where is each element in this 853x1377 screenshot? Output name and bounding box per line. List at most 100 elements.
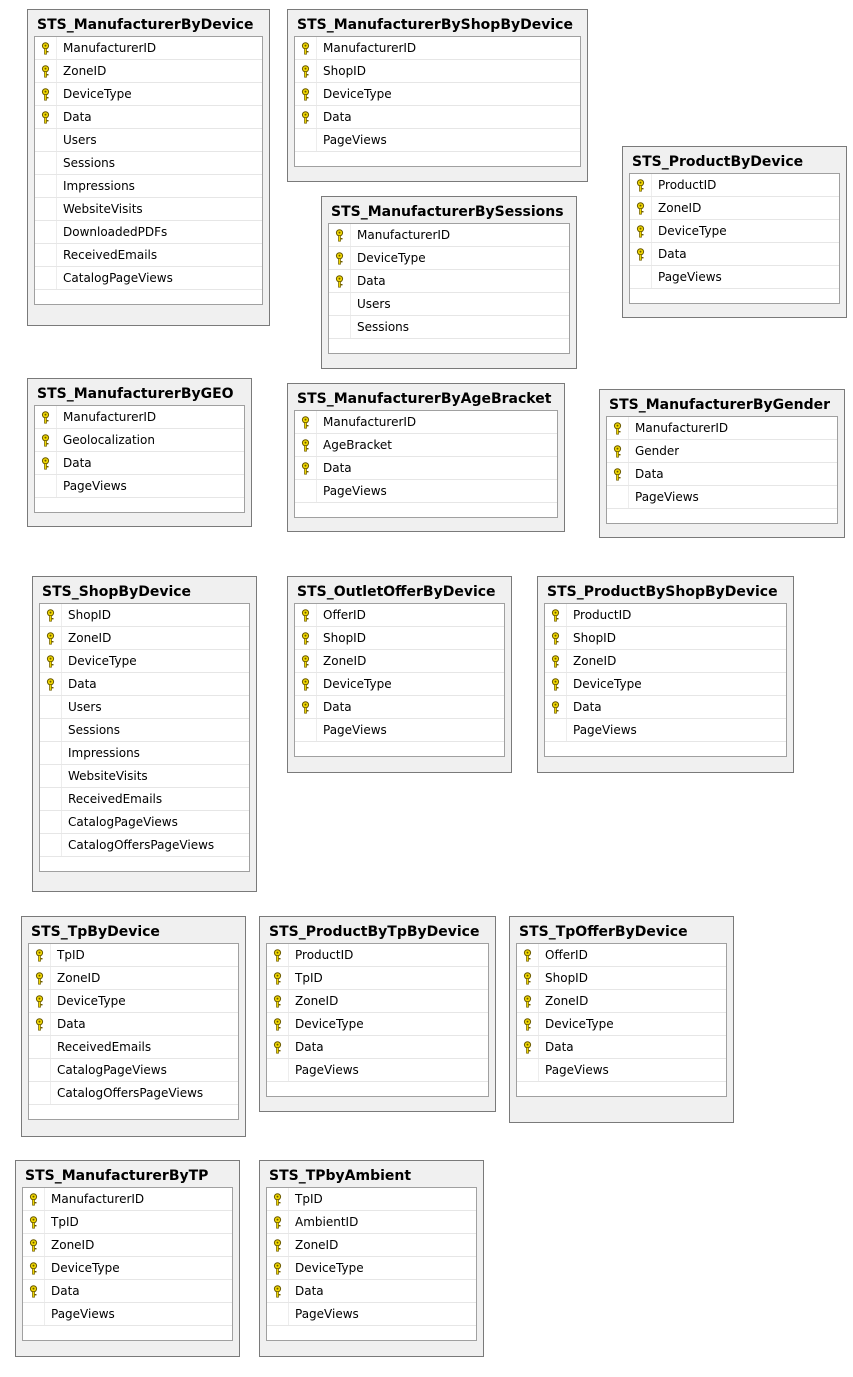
column-row[interactable]: TpID	[267, 1188, 476, 1211]
table-box[interactable]: STS_ManufacturerByGender ManufacturerID Ge…	[599, 389, 845, 538]
column-row[interactable]: ManufacturerID	[35, 406, 244, 429]
column-row[interactable]: Data	[329, 270, 569, 293]
table-box[interactable]: STS_ProductByShopByDevice ProductID ShopID…	[537, 576, 794, 773]
table-box[interactable]: STS_ManufacturerByTP ManufacturerID TpID Zo…	[15, 1160, 240, 1357]
table-box[interactable]: STS_ProductByDevice ProductID ZoneID Device…	[622, 146, 847, 318]
column-row[interactable]: Data	[40, 673, 249, 696]
column-row[interactable]: Data	[23, 1280, 232, 1303]
column-row[interactable]: Geolocalization	[35, 429, 244, 452]
table-box[interactable]: STS_ShopByDevice ShopID ZoneID DeviceType Da…	[32, 576, 257, 892]
column-row[interactable]: ProductID	[630, 174, 839, 197]
column-row[interactable]: CatalogOffersPageViews	[40, 834, 249, 857]
column-row[interactable]: ManufacturerID	[295, 411, 557, 434]
column-row[interactable]: Sessions	[35, 152, 262, 175]
column-row[interactable]: Data	[295, 457, 557, 480]
column-row[interactable]: DeviceType	[29, 990, 238, 1013]
column-row[interactable]: PageViews	[23, 1303, 232, 1326]
column-row[interactable]: Users	[40, 696, 249, 719]
table-box[interactable]: STS_OutletOfferByDevice OfferID ShopID Zone…	[287, 576, 512, 773]
column-row[interactable]: WebsiteVisits	[35, 198, 262, 221]
column-row[interactable]: ManufacturerID	[35, 37, 262, 60]
column-row[interactable]: TpID	[29, 944, 238, 967]
table-box[interactable]: STS_TpOfferByDevice OfferID ShopID ZoneID De…	[509, 916, 734, 1123]
column-row[interactable]: PageViews	[267, 1059, 488, 1082]
column-row[interactable]: CatalogPageViews	[35, 267, 262, 290]
column-row[interactable]: Users	[35, 129, 262, 152]
column-row[interactable]: ZoneID	[29, 967, 238, 990]
column-row[interactable]: DeviceType	[517, 1013, 726, 1036]
column-row[interactable]: PageViews	[35, 475, 244, 498]
column-row[interactable]: DeviceType	[630, 220, 839, 243]
column-row[interactable]: ReceivedEmails	[29, 1036, 238, 1059]
column-row[interactable]: AmbientID	[267, 1211, 476, 1234]
column-row[interactable]: Data	[517, 1036, 726, 1059]
column-row[interactable]: ZoneID	[517, 990, 726, 1013]
column-row[interactable]: DeviceType	[23, 1257, 232, 1280]
column-row[interactable]: ShopID	[295, 60, 580, 83]
column-row[interactable]: DeviceType	[295, 83, 580, 106]
column-row[interactable]: Data	[267, 1280, 476, 1303]
column-row[interactable]: Impressions	[40, 742, 249, 765]
column-row[interactable]: ManufacturerID	[329, 224, 569, 247]
column-row[interactable]: ReceivedEmails	[35, 244, 262, 267]
column-row[interactable]: DeviceType	[40, 650, 249, 673]
column-row[interactable]: ZoneID	[295, 650, 504, 673]
column-row[interactable]: DeviceType	[267, 1257, 476, 1280]
column-row[interactable]: ManufacturerID	[607, 417, 837, 440]
column-row[interactable]: ZoneID	[40, 627, 249, 650]
column-row[interactable]: PageViews	[517, 1059, 726, 1082]
column-row[interactable]: Data	[607, 463, 837, 486]
column-row[interactable]: ProductID	[267, 944, 488, 967]
column-row[interactable]: DeviceType	[545, 673, 786, 696]
column-row[interactable]: Data	[35, 452, 244, 475]
column-row[interactable]: CatalogOffersPageViews	[29, 1082, 238, 1105]
column-row[interactable]: PageViews	[607, 486, 837, 509]
column-row[interactable]: ShopID	[545, 627, 786, 650]
column-row[interactable]: ShopID	[295, 627, 504, 650]
column-row[interactable]: TpID	[267, 967, 488, 990]
column-row[interactable]: DeviceType	[267, 1013, 488, 1036]
column-row[interactable]: Users	[329, 293, 569, 316]
table-box[interactable]: STS_ManufacturerBySessions ManufacturerID…	[321, 196, 577, 369]
table-box[interactable]: STS_ManufacturerByAgeBracket Manufacturer…	[287, 383, 565, 532]
column-row[interactable]: PageViews	[630, 266, 839, 289]
column-row[interactable]: Sessions	[40, 719, 249, 742]
column-row[interactable]: DeviceType	[35, 83, 262, 106]
column-row[interactable]: ProductID	[545, 604, 786, 627]
table-box[interactable]: STS_ManufacturerByGEO ManufacturerID Geolo…	[27, 378, 252, 527]
column-row[interactable]: DeviceType	[329, 247, 569, 270]
column-row[interactable]: Data	[267, 1036, 488, 1059]
column-row[interactable]: ZoneID	[267, 1234, 476, 1257]
column-row[interactable]: PageViews	[545, 719, 786, 742]
column-row[interactable]: PageViews	[295, 129, 580, 152]
column-row[interactable]: WebsiteVisits	[40, 765, 249, 788]
column-row[interactable]: PageViews	[295, 719, 504, 742]
column-row[interactable]: Gender	[607, 440, 837, 463]
column-row[interactable]: Data	[545, 696, 786, 719]
column-row[interactable]: Data	[295, 696, 504, 719]
column-row[interactable]: ManufacturerID	[23, 1188, 232, 1211]
column-row[interactable]: ReceivedEmails	[40, 788, 249, 811]
column-row[interactable]: CatalogPageViews	[29, 1059, 238, 1082]
table-box[interactable]: STS_ManufacturerByShopByDevice Manufactur…	[287, 9, 588, 182]
column-row[interactable]: OfferID	[517, 944, 726, 967]
column-row[interactable]: Data	[630, 243, 839, 266]
column-row[interactable]: Data	[35, 106, 262, 129]
column-row[interactable]: DeviceType	[295, 673, 504, 696]
table-box[interactable]: STS_ProductByTpByDevice ProductID TpID Zone…	[259, 916, 496, 1112]
table-box[interactable]: STS_ManufacturerByDevice ManufacturerID Zo…	[27, 9, 270, 326]
column-row[interactable]: Sessions	[329, 316, 569, 339]
table-box[interactable]: STS_TpByDevice TpID ZoneID DeviceType Data Re…	[21, 916, 246, 1137]
column-row[interactable]: CatalogPageViews	[40, 811, 249, 834]
column-row[interactable]: TpID	[23, 1211, 232, 1234]
column-row[interactable]: ShopID	[517, 967, 726, 990]
column-row[interactable]: AgeBracket	[295, 434, 557, 457]
column-row[interactable]: ShopID	[40, 604, 249, 627]
table-box[interactable]: STS_TPbyAmbient TpID AmbientID ZoneID Device…	[259, 1160, 484, 1357]
column-row[interactable]: ZoneID	[545, 650, 786, 673]
column-row[interactable]: ZoneID	[35, 60, 262, 83]
column-row[interactable]: Impressions	[35, 175, 262, 198]
column-row[interactable]: PageViews	[295, 480, 557, 503]
column-row[interactable]: OfferID	[295, 604, 504, 627]
column-row[interactable]: DownloadedPDFs	[35, 221, 262, 244]
